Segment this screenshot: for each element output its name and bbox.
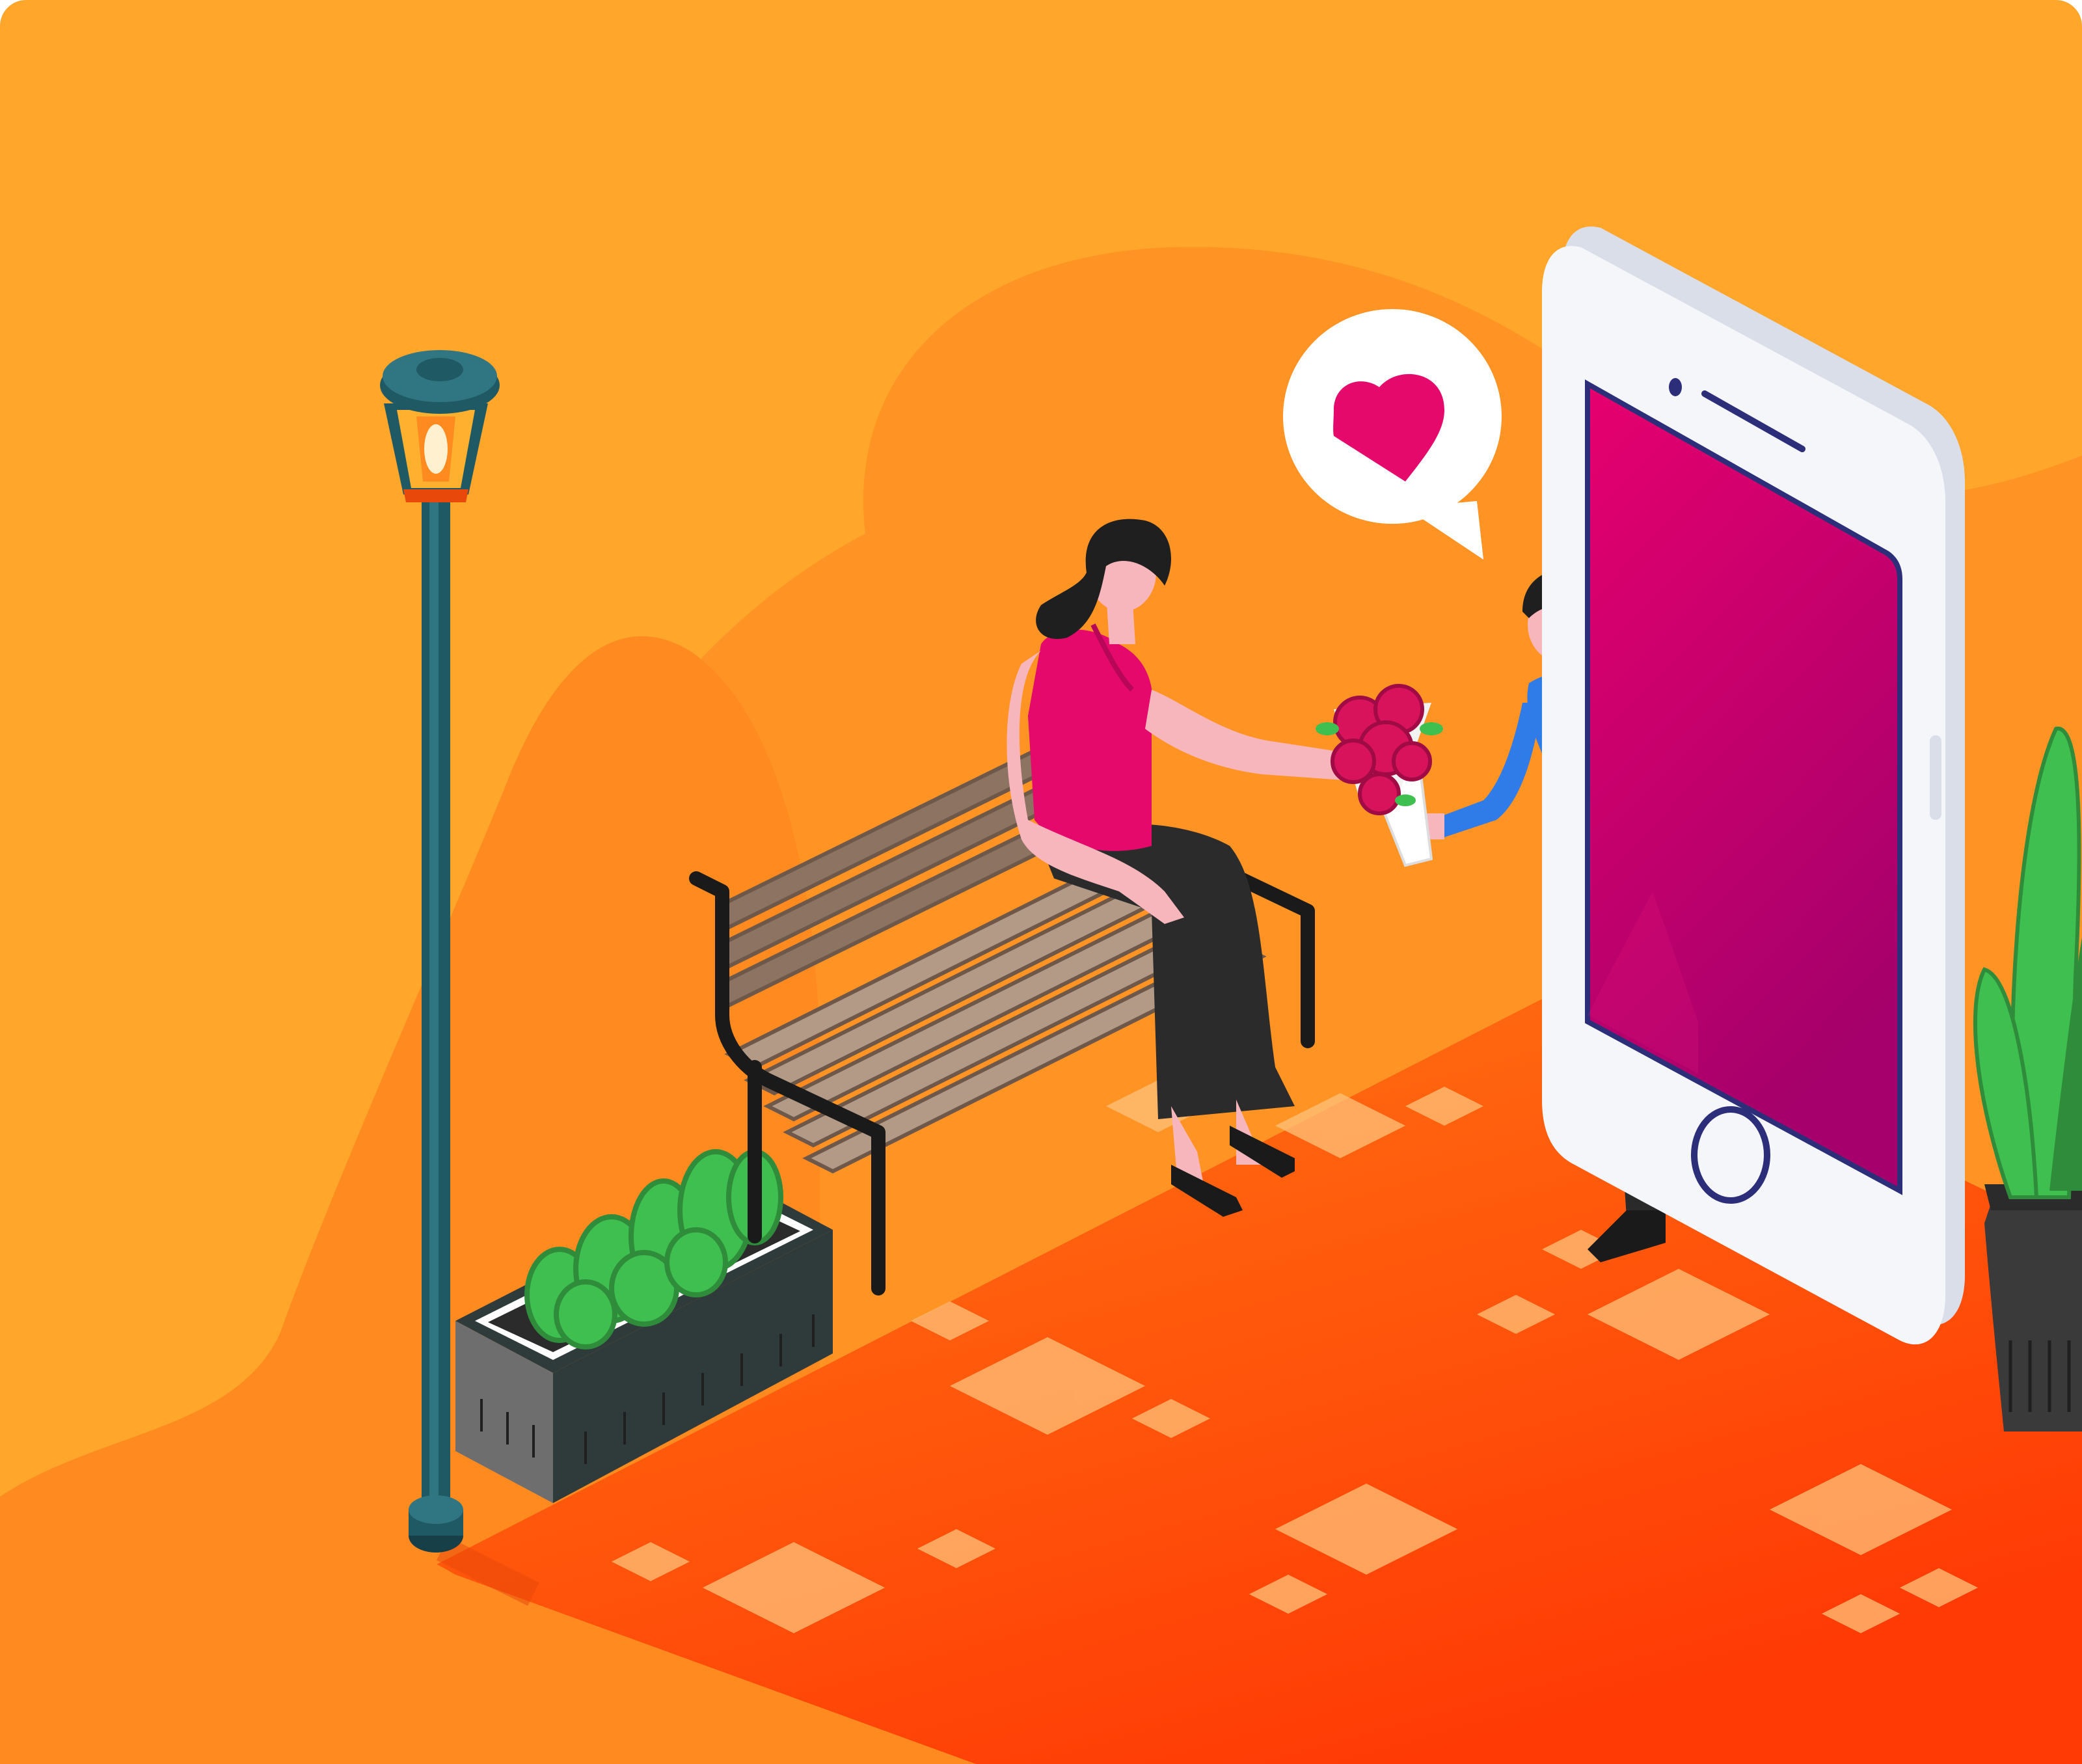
isometric-date-illustration — [0, 0, 2082, 1764]
camera-dot-icon — [1669, 378, 1682, 396]
home-button-icon[interactable] — [1691, 1106, 1770, 1204]
smartphone — [1542, 226, 1965, 1345]
illustration-scene — [0, 0, 2082, 1764]
